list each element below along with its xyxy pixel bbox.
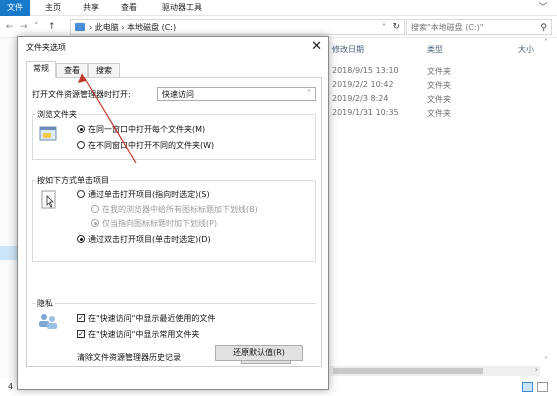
ribbon-tab-view[interactable]: 查看 <box>114 0 144 16</box>
chevron-down-icon: ˅ <box>307 89 311 98</box>
ribbon-expand-icon[interactable]: ﹀ <box>537 2 549 14</box>
file-type: 文件夹 <box>427 109 451 118</box>
single-click-label: 通过单击打开项目(指向时选定)(S) <box>88 190 210 199</box>
underline-point-label: 仅当指向图标标题时加下划线(P) <box>102 219 218 228</box>
open-to-value: 快速访问 <box>162 90 194 99</box>
show-recent-label: 在"快速访问"中显示最近使用的文件 <box>88 314 216 323</box>
vertical-scrollbar[interactable]: ˄ ˅ <box>540 38 557 380</box>
ribbon: 文件 主页 共享 查看 驱动器工具 ﹀ <box>0 0 557 16</box>
underline-point-radio[interactable] <box>91 219 99 227</box>
underline-browser-label: 在我的浏览器中给所有图标标题加下划线(B) <box>102 205 258 214</box>
show-recent-checkbox[interactable]: ✓ <box>77 314 85 322</box>
navigation-pane <box>0 38 18 378</box>
cursor-hand-icon <box>41 190 56 209</box>
address-row: ← → ˅ ↑ › 此电脑 › 本地磁盘 (C:) ˅ ↻ 搜索"本地磁盘 (C… <box>0 16 557 38</box>
underline-browser-radio[interactable] <box>91 205 99 213</box>
close-icon[interactable]: ✕ <box>311 38 322 56</box>
single-click-radio[interactable] <box>77 190 85 198</box>
horizontal-scrollbar[interactable]: › <box>330 365 540 376</box>
back-icon[interactable]: ← <box>6 20 14 34</box>
search-placeholder: 搜索"本地磁盘 (C:)" <box>411 23 484 32</box>
dialog-tabs: 常规 查看 搜索 <box>26 61 322 78</box>
window-folder-icon <box>39 126 57 141</box>
recent-dropdown-icon[interactable]: ˅ <box>34 20 39 34</box>
scroll-down-icon[interactable]: ˅ <box>544 356 548 365</box>
browse-folders-group <box>32 114 316 160</box>
horizontal-scroll-thumb[interactable] <box>333 368 483 374</box>
column-size[interactable]: 大小 <box>518 44 534 55</box>
large-icons-view-icon[interactable] <box>537 382 548 392</box>
general-panel: 打开文件资源管理器时打开: 快速访问 ˅ 浏览文件夹 在同一窗口中打开每个文件夹… <box>26 77 322 367</box>
tab-general[interactable]: 常规 <box>26 61 56 78</box>
ribbon-tab-file[interactable]: 文件 <box>0 0 30 16</box>
tab-search[interactable]: 搜索 <box>88 63 120 77</box>
tab-view[interactable]: 查看 <box>56 63 88 77</box>
item-count: 4 <box>8 382 14 391</box>
folder-options-dialog: 文件夹选项 ✕ 常规 查看 搜索 打开文件资源管理器时打开: 快速访问 ˅ 浏览… <box>17 36 329 390</box>
address-bar[interactable]: › 此电脑 › 本地磁盘 (C:) ˅ ↻ <box>70 19 405 35</box>
scroll-right-icon[interactable]: › <box>535 365 538 374</box>
file-type: 文件夹 <box>427 95 451 104</box>
open-to-label: 打开文件资源管理器时打开: <box>32 90 131 99</box>
file-modified[interactable]: 2019/2/3 8:24 <box>332 94 388 103</box>
show-frequent-checkbox[interactable]: ✓ <box>77 330 85 338</box>
address-dropdown-icon[interactable]: ˅ <box>382 21 386 35</box>
column-modified[interactable]: 修改日期 <box>332 44 364 55</box>
privacy-title: 隐私 <box>35 298 55 309</box>
details-view-icon[interactable] <box>522 382 533 392</box>
file-modified[interactable]: 2019/2/2 10:42 <box>332 80 394 89</box>
open-to-select[interactable]: 快速访问 ˅ <box>157 87 316 101</box>
clear-history-label: 清除文件资源管理器历史记录 <box>77 353 181 362</box>
double-click-radio[interactable] <box>77 235 85 243</box>
refresh-icon[interactable]: ↻ <box>392 20 400 34</box>
restore-defaults-button[interactable]: 还原默认值(R) <box>215 345 303 361</box>
dialog-title: 文件夹选项 <box>26 43 66 52</box>
up-icon[interactable]: ↑ <box>48 20 56 34</box>
ribbon-tab-home[interactable]: 主页 <box>38 0 68 16</box>
address-path: › 此电脑 › 本地磁盘 (C:) <box>89 23 177 32</box>
scroll-up-icon[interactable]: ˄ <box>544 38 548 47</box>
annotation-arrow-icon <box>78 73 137 164</box>
show-frequent-label: 在"快速访问"中显示常用文件夹 <box>88 330 200 339</box>
computer-icon <box>75 23 85 31</box>
privacy-users-icon <box>39 314 57 329</box>
forward-icon[interactable]: → <box>20 20 28 34</box>
double-click-label: 通过双击打开项目(单击时选定)(D) <box>88 235 211 244</box>
ribbon-tab-drive-tools[interactable]: 驱动器工具 <box>154 0 210 16</box>
navigation-pane-selected-item[interactable] <box>0 246 18 260</box>
file-type: 文件夹 <box>427 81 451 90</box>
file-modified[interactable]: 2018/9/15 13:10 <box>332 66 399 75</box>
ribbon-tab-share[interactable]: 共享 <box>76 0 106 16</box>
search-box[interactable]: 搜索"本地磁盘 (C:)" ⚲ <box>406 19 552 35</box>
search-icon: ⚲ <box>540 23 547 33</box>
file-type: 文件夹 <box>427 67 451 76</box>
column-type[interactable]: 类型 <box>427 44 443 55</box>
click-items-title: 按如下方式单击项目 <box>35 175 111 186</box>
file-modified[interactable]: 2019/1/31 10:35 <box>332 108 399 117</box>
browse-folders-title: 浏览文件夹 <box>35 109 79 120</box>
